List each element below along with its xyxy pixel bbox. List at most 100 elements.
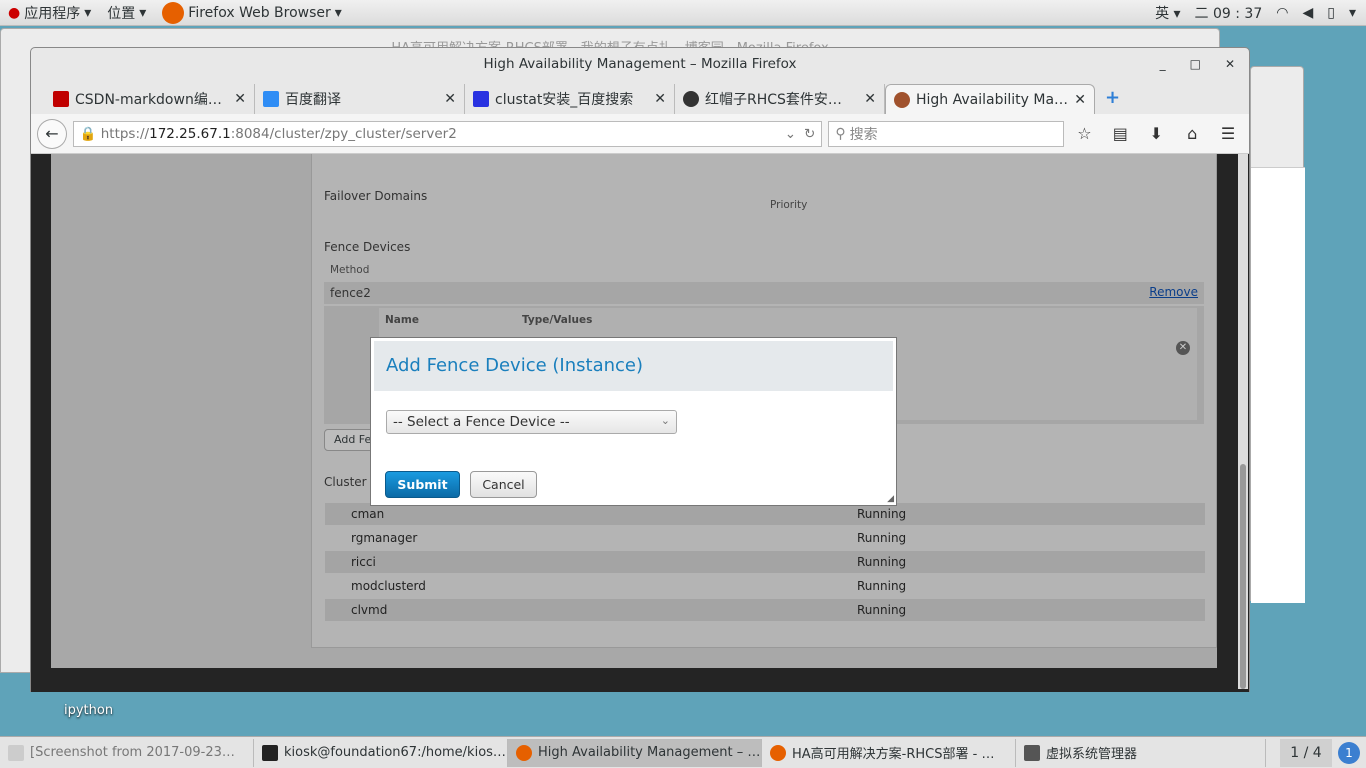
notification-count: 1 (1345, 745, 1353, 760)
virt-manager-icon (1024, 744, 1040, 761)
csdn-icon (53, 91, 69, 107)
daemon-name: clvmd (351, 603, 388, 617)
daemon-name: cman (351, 507, 385, 521)
clock[interactable]: 二 09 : 37 (1195, 3, 1263, 23)
tab-rhcs[interactable]: 红帽子RHCS套件安… ✕ (675, 84, 885, 114)
daemon-row: rgmanager Running (325, 527, 1205, 549)
priority-header: Priority (770, 199, 808, 211)
method-header: Method (330, 264, 370, 276)
scrollbar-thumb[interactable] (1240, 464, 1246, 689)
firefox-icon (770, 744, 786, 761)
fence-method-row: fence2 Remove (324, 282, 1204, 304)
page-scrollbar[interactable] (1238, 154, 1248, 689)
taskbar: [Screenshot from 2017-09-23… kiosk@found… (0, 736, 1366, 768)
close-tab-icon[interactable]: ✕ (444, 91, 456, 107)
search-placeholder: 搜索 (849, 126, 878, 143)
taskbar-item-screenshot[interactable]: [Screenshot from 2017-09-23… (0, 738, 254, 767)
daemon-row: ricci Running (325, 551, 1205, 573)
select-value: -- Select a Fence Device -- (393, 414, 570, 430)
name-column-header: Name (385, 314, 419, 326)
daemon-row: clvmd Running (325, 599, 1205, 621)
system-menu-icon[interactable]: ▾ (1349, 5, 1356, 21)
delete-instance-icon[interactable]: ✕ (1176, 341, 1190, 355)
lock-icon: 🔒 (79, 125, 97, 142)
remove-method-link[interactable]: Remove (1149, 285, 1198, 299)
daemon-status: Running (857, 603, 907, 617)
back-button[interactable]: ← (37, 118, 67, 149)
close-button[interactable]: ✕ (1225, 48, 1235, 80)
taskbar-item-ha-management[interactable]: High Availability Management – … (508, 738, 762, 767)
tab-clustat-search[interactable]: clustat安装_百度搜索 ✕ (465, 84, 675, 114)
image-viewer-icon (8, 744, 24, 761)
submit-button[interactable]: Submit (385, 471, 460, 498)
minimize-button[interactable]: _ (1160, 48, 1166, 80)
cancel-button[interactable]: Cancel (470, 471, 537, 498)
taskbar-label: 虚拟系统管理器 (1046, 747, 1138, 762)
daemon-status: Running (857, 531, 907, 545)
search-bar[interactable]: ⚲ 搜索 (828, 120, 1064, 147)
maximize-button[interactable]: □ (1190, 48, 1201, 80)
fence-device-select[interactable]: -- Select a Fence Device -- ⌄ (386, 410, 677, 434)
volume-icon[interactable]: ◀ (1302, 5, 1313, 21)
workspace-switcher[interactable]: 1 / 4 (1280, 738, 1332, 767)
url-dropdown-icon[interactable]: ⌄ (785, 126, 796, 142)
reading-list-icon[interactable]: ▤ (1105, 124, 1135, 143)
new-tab-button[interactable]: + (1095, 87, 1130, 114)
close-tab-icon[interactable]: ✕ (1074, 92, 1086, 108)
download-icon[interactable]: ⬇ (1141, 124, 1171, 143)
tab-baidu-translate[interactable]: 百度翻译 ✕ (255, 84, 465, 114)
navigation-bar: ← 🔒 https://172.25.67.1:8084/cluster/zpy… (31, 114, 1249, 154)
places-menu[interactable]: 位置 ▾ (107, 3, 146, 23)
chevron-down-icon: ⌄ (660, 414, 670, 427)
home-icon[interactable]: ⌂ (1177, 124, 1207, 143)
top-panel: ● 应用程序 ▾ 位置 ▾ Firefox Web Browser ▾ 英 ▾ 二… (0, 0, 1366, 26)
url-host: 172.25.67.1 (149, 125, 231, 142)
url-path: :8084/cluster/zpy_cluster/server2 (230, 125, 457, 142)
active-app-label: Firefox Web Browser (188, 4, 331, 21)
tab-csdn[interactable]: CSDN-markdown编… ✕ (45, 84, 255, 114)
close-tab-icon[interactable]: ✕ (654, 91, 666, 107)
active-app-menu[interactable]: Firefox Web Browser ▾ (162, 1, 342, 24)
close-tab-icon[interactable]: ✕ (864, 91, 876, 107)
fence-method-name: fence2 (330, 286, 371, 300)
daemon-name: rgmanager (351, 531, 418, 545)
taskbar-label: High Availability Management – … (538, 745, 761, 760)
taskbar-label: [Screenshot from 2017-09-23… (30, 745, 235, 760)
bookmark-star-icon[interactable]: ☆ (1070, 124, 1100, 143)
fence-devices-heading: Fence Devices (324, 240, 411, 254)
firefox-icon (516, 744, 532, 761)
menu-icon[interactable]: ☰ (1213, 124, 1243, 143)
places-label: 位置 (107, 5, 136, 22)
penguin-icon (683, 91, 699, 107)
taskbar-item-ha-blog[interactable]: HA高可用解决方案-RHCS部署 - … (762, 738, 1016, 767)
terminal-icon (262, 744, 278, 761)
input-method-label: 英 (1155, 5, 1170, 22)
tab-label: clustat安装_百度搜索 (495, 92, 634, 108)
resize-handle[interactable]: ◢ (887, 494, 894, 504)
input-method[interactable]: 英 ▾ (1155, 3, 1180, 23)
daemon-row: modclusterd Running (325, 575, 1205, 597)
url-bar[interactable]: 🔒 https://172.25.67.1:8084/cluster/zpy_c… (72, 120, 823, 147)
tab-label: 百度翻译 (285, 92, 341, 108)
baidu-translate-icon (263, 91, 279, 107)
reload-icon[interactable]: ↻ (804, 126, 815, 142)
workspace-label: 1 / 4 (1290, 744, 1322, 761)
tab-label: High Availability Man… (916, 91, 1069, 108)
battery-icon[interactable]: ▯ (1327, 5, 1335, 21)
daemon-name: ricci (351, 555, 376, 569)
daemon-status: Running (857, 579, 907, 593)
tab-label: 红帽子RHCS套件安… (705, 92, 842, 108)
desktop-icon-ipython[interactable]: ipython (64, 703, 113, 718)
notification-badge[interactable]: 1 (1338, 741, 1360, 764)
wifi-icon[interactable]: ◠ (1276, 5, 1288, 21)
applications-menu[interactable]: ● 应用程序 ▾ (8, 3, 91, 23)
close-tab-icon[interactable]: ✕ (234, 91, 246, 107)
tab-strip: CSDN-markdown编… ✕ 百度翻译 ✕ clustat安装_百度搜索 ✕ 红… (31, 80, 1249, 114)
taskbar-item-virt-manager[interactable]: 虚拟系统管理器 (1016, 738, 1266, 767)
url-scheme: https:// (100, 125, 150, 142)
tab-high-availability[interactable]: High Availability Man… ✕ (885, 84, 1095, 114)
dialog-title: Add Fence Device (Instance) (374, 341, 893, 391)
taskbar-item-terminal[interactable]: kiosk@foundation67:/home/kios… (254, 738, 508, 767)
daemon-name: modclusterd (351, 579, 426, 593)
background-window-right[interactable] (1250, 66, 1305, 603)
